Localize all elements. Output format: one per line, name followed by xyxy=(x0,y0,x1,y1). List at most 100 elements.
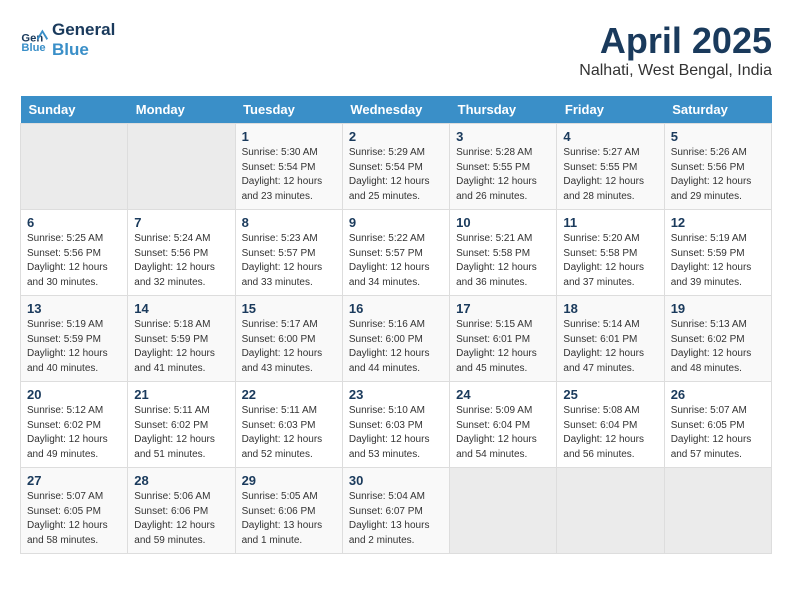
day-info: Sunrise: 5:29 AM Sunset: 5:54 PM Dayligh… xyxy=(349,146,443,204)
day-info: Sunrise: 5:16 AM Sunset: 6:00 PM Dayligh… xyxy=(349,318,443,376)
day-number: 22 xyxy=(242,387,336,402)
calendar-cell: 22 Sunrise: 5:11 AM Sunset: 6:03 PM Dayli… xyxy=(235,382,342,468)
day-info: Sunrise: 5:22 AM Sunset: 5:57 PM Dayligh… xyxy=(349,232,443,290)
calendar-week-4: 20 Sunrise: 5:12 AM Sunset: 6:02 PM Dayli… xyxy=(21,382,772,468)
day-number: 8 xyxy=(242,215,336,230)
calendar-cell: 29Sunrise: 5:05 AM Sunset: 6:06 PM Dayli… xyxy=(235,468,342,554)
calendar-cell: 17 Sunrise: 5:15 AM Sunset: 6:01 PM Dayli… xyxy=(450,296,557,382)
calendar-cell: 18Sunrise: 5:14 AM Sunset: 6:01 PM Dayli… xyxy=(557,296,664,382)
title-block: April 2025 Nalhati, West Bengal, India xyxy=(579,20,772,80)
day-number: 11 xyxy=(563,215,657,230)
day-number: 6 xyxy=(27,215,121,230)
day-number: 24 xyxy=(456,387,550,402)
day-number: 4 xyxy=(563,129,657,144)
calendar-cell: 26 Sunrise: 5:07 AM Sunset: 6:05 PM Dayli… xyxy=(664,382,771,468)
day-number: 15 xyxy=(242,301,336,316)
day-info: Sunrise: 5:14 AM Sunset: 6:01 PM Dayligh… xyxy=(563,318,657,376)
weekday-header-tuesday: Tuesday xyxy=(235,96,342,124)
logo: Gen Blue General Blue xyxy=(20,20,115,61)
calendar-week-5: 27 Sunrise: 5:07 AM Sunset: 6:05 PM Dayli… xyxy=(21,468,772,554)
calendar-cell: 25 Sunrise: 5:08 AM Sunset: 6:04 PM Dayli… xyxy=(557,382,664,468)
calendar-cell xyxy=(21,124,128,210)
day-info: Sunrise: 5:20 AM Sunset: 5:58 PM Dayligh… xyxy=(563,232,657,290)
day-number: 2 xyxy=(349,129,443,144)
weekday-header-thursday: Thursday xyxy=(450,96,557,124)
logo-general: General xyxy=(52,20,115,40)
day-info: Sunrise: 5:19 AM Sunset: 5:59 PM Dayligh… xyxy=(27,318,121,376)
calendar-cell: 13Sunrise: 5:19 AM Sunset: 5:59 PM Dayli… xyxy=(21,296,128,382)
calendar-cell: 30 Sunrise: 5:04 AM Sunset: 6:07 PM Dayli… xyxy=(342,468,449,554)
calendar-cell: 14Sunrise: 5:18 AM Sunset: 5:59 PM Dayli… xyxy=(128,296,235,382)
day-number: 30 xyxy=(349,473,443,488)
day-info: Sunrise: 5:11 AM Sunset: 6:02 PM Dayligh… xyxy=(134,404,228,462)
calendar-cell: 9 Sunrise: 5:22 AM Sunset: 5:57 PM Daylig… xyxy=(342,210,449,296)
day-info: Sunrise: 5:28 AM Sunset: 5:55 PM Dayligh… xyxy=(456,146,550,204)
calendar-cell: 20 Sunrise: 5:12 AM Sunset: 6:02 PM Dayli… xyxy=(21,382,128,468)
day-info: Sunrise: 5:15 AM Sunset: 6:01 PM Dayligh… xyxy=(456,318,550,376)
header: Gen Blue General Blue April 2025 Nalhati… xyxy=(20,20,772,80)
main-title: April 2025 xyxy=(579,20,772,62)
day-info: Sunrise: 5:07 AM Sunset: 6:05 PM Dayligh… xyxy=(27,490,121,548)
calendar-cell: 1Sunrise: 5:30 AM Sunset: 5:54 PM Daylig… xyxy=(235,124,342,210)
day-info: Sunrise: 5:10 AM Sunset: 6:03 PM Dayligh… xyxy=(349,404,443,462)
day-info: Sunrise: 5:13 AM Sunset: 6:02 PM Dayligh… xyxy=(671,318,765,376)
calendar-cell: 10Sunrise: 5:21 AM Sunset: 5:58 PM Dayli… xyxy=(450,210,557,296)
calendar-cell xyxy=(128,124,235,210)
weekday-header-monday: Monday xyxy=(128,96,235,124)
day-info: Sunrise: 5:27 AM Sunset: 5:55 PM Dayligh… xyxy=(563,146,657,204)
day-number: 23 xyxy=(349,387,443,402)
day-number: 9 xyxy=(349,215,443,230)
calendar-cell: 2 Sunrise: 5:29 AM Sunset: 5:54 PM Daylig… xyxy=(342,124,449,210)
day-info: Sunrise: 5:23 AM Sunset: 5:57 PM Dayligh… xyxy=(242,232,336,290)
day-info: Sunrise: 5:07 AM Sunset: 6:05 PM Dayligh… xyxy=(671,404,765,462)
day-number: 5 xyxy=(671,129,765,144)
day-info: Sunrise: 5:09 AM Sunset: 6:04 PM Dayligh… xyxy=(456,404,550,462)
day-number: 3 xyxy=(456,129,550,144)
day-info: Sunrise: 5:12 AM Sunset: 6:02 PM Dayligh… xyxy=(27,404,121,462)
day-info: Sunrise: 5:05 AM Sunset: 6:06 PM Dayligh… xyxy=(242,490,336,548)
calendar-cell: 19Sunrise: 5:13 AM Sunset: 6:02 PM Dayli… xyxy=(664,296,771,382)
day-number: 28 xyxy=(134,473,228,488)
calendar-cell xyxy=(557,468,664,554)
calendar-cell xyxy=(664,468,771,554)
day-info: Sunrise: 5:11 AM Sunset: 6:03 PM Dayligh… xyxy=(242,404,336,462)
day-info: Sunrise: 5:08 AM Sunset: 6:04 PM Dayligh… xyxy=(563,404,657,462)
calendar-cell: 3 Sunrise: 5:28 AM Sunset: 5:55 PM Daylig… xyxy=(450,124,557,210)
calendar-cell: 12Sunrise: 5:19 AM Sunset: 5:59 PM Dayli… xyxy=(664,210,771,296)
day-info: Sunrise: 5:04 AM Sunset: 6:07 PM Dayligh… xyxy=(349,490,443,548)
calendar-cell: 6 Sunrise: 5:25 AM Sunset: 5:56 PM Daylig… xyxy=(21,210,128,296)
day-number: 17 xyxy=(456,301,550,316)
weekday-header-saturday: Saturday xyxy=(664,96,771,124)
calendar-cell: 4 Sunrise: 5:27 AM Sunset: 5:55 PM Daylig… xyxy=(557,124,664,210)
day-number: 21 xyxy=(134,387,228,402)
day-info: Sunrise: 5:25 AM Sunset: 5:56 PM Dayligh… xyxy=(27,232,121,290)
calendar-cell: 11 Sunrise: 5:20 AM Sunset: 5:58 PM Dayli… xyxy=(557,210,664,296)
day-info: Sunrise: 5:21 AM Sunset: 5:58 PM Dayligh… xyxy=(456,232,550,290)
day-number: 20 xyxy=(27,387,121,402)
day-number: 25 xyxy=(563,387,657,402)
day-number: 1 xyxy=(242,129,336,144)
calendar-cell: 7 Sunrise: 5:24 AM Sunset: 5:56 PM Daylig… xyxy=(128,210,235,296)
calendar-cell: 27 Sunrise: 5:07 AM Sunset: 6:05 PM Dayli… xyxy=(21,468,128,554)
day-number: 26 xyxy=(671,387,765,402)
calendar-week-2: 6 Sunrise: 5:25 AM Sunset: 5:56 PM Daylig… xyxy=(21,210,772,296)
logo-icon: Gen Blue xyxy=(20,26,48,54)
day-number: 7 xyxy=(134,215,228,230)
weekday-header-friday: Friday xyxy=(557,96,664,124)
day-info: Sunrise: 5:19 AM Sunset: 5:59 PM Dayligh… xyxy=(671,232,765,290)
calendar-cell: 23 Sunrise: 5:10 AM Sunset: 6:03 PM Dayli… xyxy=(342,382,449,468)
day-info: Sunrise: 5:26 AM Sunset: 5:56 PM Dayligh… xyxy=(671,146,765,204)
day-number: 16 xyxy=(349,301,443,316)
calendar-table: SundayMondayTuesdayWednesdayThursdayFrid… xyxy=(20,96,772,554)
weekday-header-sunday: Sunday xyxy=(21,96,128,124)
calendar-cell: 24 Sunrise: 5:09 AM Sunset: 6:04 PM Dayli… xyxy=(450,382,557,468)
calendar-cell: 16 Sunrise: 5:16 AM Sunset: 6:00 PM Dayli… xyxy=(342,296,449,382)
day-number: 27 xyxy=(27,473,121,488)
day-info: Sunrise: 5:24 AM Sunset: 5:56 PM Dayligh… xyxy=(134,232,228,290)
calendar-cell: 21 Sunrise: 5:11 AM Sunset: 6:02 PM Dayli… xyxy=(128,382,235,468)
sub-title: Nalhati, West Bengal, India xyxy=(579,62,772,80)
calendar-week-1: 1Sunrise: 5:30 AM Sunset: 5:54 PM Daylig… xyxy=(21,124,772,210)
weekday-header-row: SundayMondayTuesdayWednesdayThursdayFrid… xyxy=(21,96,772,124)
calendar-cell: 5 Sunrise: 5:26 AM Sunset: 5:56 PM Daylig… xyxy=(664,124,771,210)
logo-blue: Blue xyxy=(52,40,115,60)
